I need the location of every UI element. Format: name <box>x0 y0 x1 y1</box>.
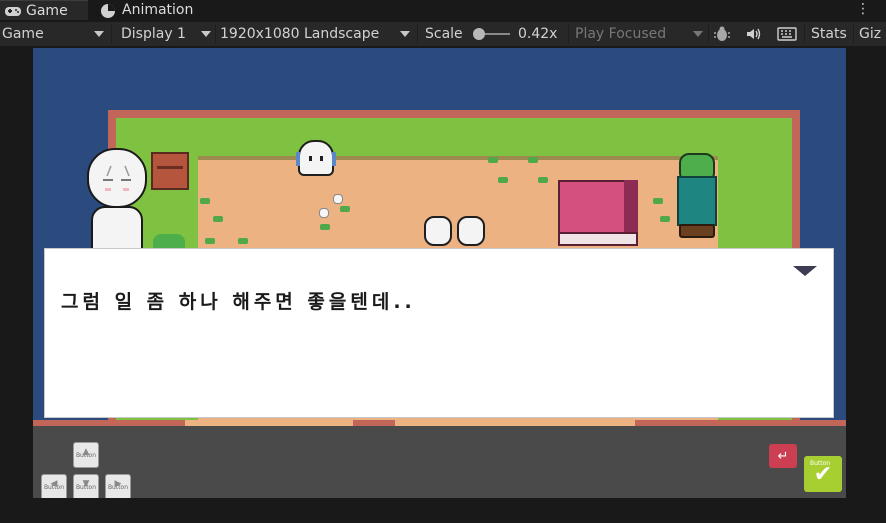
arrow-right-icon: ▶ <box>114 479 122 489</box>
grass-tuft <box>340 206 350 212</box>
dpad-down-button[interactable]: ▼ Button <box>73 474 99 498</box>
toolbar-divider <box>111 24 112 44</box>
grass-tuft <box>660 216 670 222</box>
play-mode-label: Play Focused <box>575 26 667 42</box>
keyboard-icon[interactable] <box>777 22 799 46</box>
view-dropdown[interactable]: Game <box>2 22 106 46</box>
tab-animation[interactable]: Animation <box>96 0 210 20</box>
game-toolbar: Game Display 1 1920x1080 Landscape Scale… <box>0 22 886 47</box>
scale-slider[interactable] <box>472 22 512 46</box>
chevron-down-icon <box>94 31 104 37</box>
wooden-sign <box>151 152 189 190</box>
gizmos-button[interactable]: Giz <box>859 22 881 46</box>
dialogue-box[interactable]: 그럼 일 좀 하나 해주면 좋을텐데.. <box>44 248 834 418</box>
npc-character <box>85 148 149 258</box>
dpad-left-button[interactable]: ◀ Button <box>41 474 67 498</box>
scale-value: 0.42x <box>518 26 558 42</box>
tab-animation-label: Animation <box>122 2 194 18</box>
tab-game-label: Game <box>26 2 68 19</box>
arrow-left-icon: ◀ <box>50 479 58 489</box>
toolbar-divider <box>853 24 854 44</box>
scale-slider-thumb[interactable] <box>473 28 485 40</box>
grass-tuft <box>320 224 330 230</box>
dialogue-text: 그럼 일 좀 하나 해주면 좋을텐데.. <box>61 291 416 313</box>
grass-tuft <box>528 157 538 163</box>
npc-head <box>87 148 147 208</box>
display-dropdown-label: Display 1 <box>121 26 186 42</box>
return-arrow-icon: ↵ <box>777 448 789 464</box>
dpad-right-button[interactable]: ▶ Button <box>105 474 131 498</box>
display-dropdown[interactable]: Display 1 <box>121 22 213 46</box>
house-roof <box>558 180 628 240</box>
grass-tuft <box>238 238 248 244</box>
arrow-up-icon: ▲ <box>82 447 90 457</box>
blob-character <box>424 216 452 246</box>
flower <box>333 194 343 204</box>
arrow-down-icon: ▼ <box>82 479 90 489</box>
bush <box>153 234 185 248</box>
confirm-button-label: Button <box>810 460 831 467</box>
house-side <box>624 180 638 236</box>
toolbar-divider <box>708 24 709 44</box>
confirm-button[interactable]: Button ✔ <box>804 456 842 492</box>
grass-tuft <box>498 177 508 183</box>
toolbar-divider <box>568 24 569 44</box>
back-button[interactable]: ↵ <box>769 444 797 468</box>
resolution-dropdown[interactable]: 1920x1080 Landscape <box>220 22 412 46</box>
game-render[interactable]: 그럼 일 좀 하나 해주면 좋을텐데.. ▲ Button ◀ Button ▼… <box>33 48 846 498</box>
scale-label: Scale <box>425 26 463 42</box>
editor-tab-strip: Game Animation ⋮ <box>0 0 886 20</box>
grass-tuft <box>213 216 223 222</box>
stats-button[interactable]: Stats <box>811 22 847 46</box>
blob-character <box>457 216 485 246</box>
gamepad-icon <box>4 4 22 18</box>
house-base <box>558 232 638 246</box>
view-dropdown-label: Game <box>2 26 44 42</box>
resolution-dropdown-label: 1920x1080 Landscape <box>220 26 380 42</box>
play-mode-dropdown[interactable]: Play Focused <box>575 22 705 46</box>
grass-tuft <box>538 177 548 183</box>
chevron-down-icon <box>400 31 410 37</box>
grass-tuft <box>205 238 215 244</box>
tree-root <box>679 224 715 238</box>
grass-tuft <box>200 198 210 204</box>
ghost-character <box>296 140 336 176</box>
kebab-icon[interactable]: ⋮ <box>856 1 870 17</box>
toolbar-divider <box>804 24 805 44</box>
tab-game[interactable]: Game <box>0 0 88 20</box>
grass-tuft <box>488 157 498 163</box>
grass-tuft <box>653 198 663 204</box>
toolbar-divider <box>215 24 216 44</box>
flower <box>319 208 329 218</box>
tree-body <box>677 176 717 226</box>
clock-icon <box>100 3 118 18</box>
chevron-down-icon <box>693 31 703 37</box>
dpad-up-button[interactable]: ▲ Button <box>73 442 99 468</box>
virtual-controls-bar: ▲ Button ◀ Button ▼ Button ▶ Button ↵ Bu… <box>33 426 846 498</box>
continue-arrow-icon <box>793 266 817 276</box>
speaker-icon[interactable] <box>746 22 766 46</box>
toolbar-divider <box>417 24 418 44</box>
bug-icon[interactable] <box>713 22 735 46</box>
chevron-down-icon <box>201 31 211 37</box>
